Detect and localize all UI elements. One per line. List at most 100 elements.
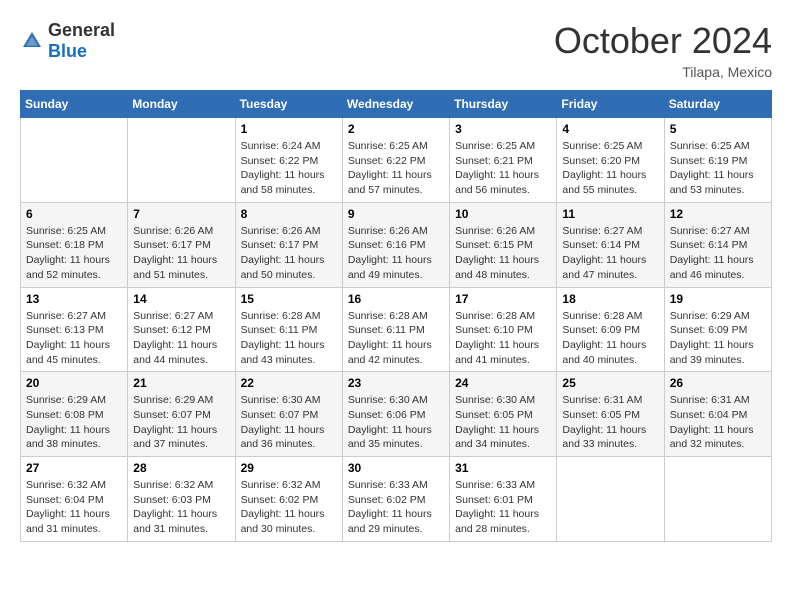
day-number: 8 xyxy=(241,207,337,221)
weekday-header-cell: Saturday xyxy=(664,91,771,118)
day-info: Sunrise: 6:30 AM Sunset: 6:05 PM Dayligh… xyxy=(455,393,551,452)
day-info: Sunrise: 6:30 AM Sunset: 6:06 PM Dayligh… xyxy=(348,393,444,452)
logo-general: General xyxy=(48,20,115,40)
day-info: Sunrise: 6:28 AM Sunset: 6:11 PM Dayligh… xyxy=(241,309,337,368)
calendar-cell: 9 Sunrise: 6:26 AM Sunset: 6:16 PM Daylig… xyxy=(342,202,449,287)
calendar-cell: 24 Sunrise: 6:30 AM Sunset: 6:05 PM Dayli… xyxy=(450,372,557,457)
page-header: General Blue October 2024 Tilapa, Mexico xyxy=(20,20,772,80)
calendar-cell xyxy=(557,457,664,542)
calendar-cell: 23 Sunrise: 6:30 AM Sunset: 6:06 PM Dayli… xyxy=(342,372,449,457)
calendar-cell: 15Sunrise: 6:28 AM Sunset: 6:11 PM Dayli… xyxy=(235,287,342,372)
day-info: Sunrise: 6:29 AM Sunset: 6:09 PM Dayligh… xyxy=(670,309,766,368)
day-info: Sunrise: 6:27 AM Sunset: 6:14 PM Dayligh… xyxy=(670,224,766,283)
day-info: Sunrise: 6:31 AM Sunset: 6:04 PM Dayligh… xyxy=(670,393,766,452)
day-number: 13 xyxy=(26,292,122,306)
calendar-cell xyxy=(128,118,235,203)
day-info: Sunrise: 6:31 AM Sunset: 6:05 PM Dayligh… xyxy=(562,393,658,452)
day-info: Sunrise: 6:25 AM Sunset: 6:19 PM Dayligh… xyxy=(670,139,766,198)
day-info: Sunrise: 6:25 AM Sunset: 6:20 PM Dayligh… xyxy=(562,139,658,198)
day-info: Sunrise: 6:26 AM Sunset: 6:15 PM Dayligh… xyxy=(455,224,551,283)
calendar-cell: 18Sunrise: 6:28 AM Sunset: 6:09 PM Dayli… xyxy=(557,287,664,372)
logo-icon xyxy=(20,29,44,53)
calendar-table: SundayMondayTuesdayWednesdayThursdayFrid… xyxy=(20,90,772,542)
day-number: 22 xyxy=(241,376,337,390)
logo: General Blue xyxy=(20,20,115,62)
calendar-cell: 20 Sunrise: 6:29 AM Sunset: 6:08 PM Dayli… xyxy=(21,372,128,457)
day-number: 27 xyxy=(26,461,122,475)
calendar-cell: 21Sunrise: 6:29 AM Sunset: 6:07 PM Dayli… xyxy=(128,372,235,457)
calendar-cell: 7 Sunrise: 6:26 AM Sunset: 6:17 PM Daylig… xyxy=(128,202,235,287)
calendar-cell: 22Sunrise: 6:30 AM Sunset: 6:07 PM Dayli… xyxy=(235,372,342,457)
day-info: Sunrise: 6:27 AM Sunset: 6:13 PM Dayligh… xyxy=(26,309,122,368)
day-number: 14 xyxy=(133,292,229,306)
calendar-week-row: 13 Sunrise: 6:27 AM Sunset: 6:13 PM Dayli… xyxy=(21,287,772,372)
weekday-header-cell: Thursday xyxy=(450,91,557,118)
calendar-cell: 30Sunrise: 6:33 AM Sunset: 6:02 PM Dayli… xyxy=(342,457,449,542)
calendar-cell xyxy=(21,118,128,203)
day-info: Sunrise: 6:28 AM Sunset: 6:09 PM Dayligh… xyxy=(562,309,658,368)
weekday-header-cell: Monday xyxy=(128,91,235,118)
calendar-cell: 5Sunrise: 6:25 AM Sunset: 6:19 PM Daylig… xyxy=(664,118,771,203)
day-number: 9 xyxy=(348,207,444,221)
calendar-cell: 1Sunrise: 6:24 AM Sunset: 6:22 PM Daylig… xyxy=(235,118,342,203)
calendar-body: 1Sunrise: 6:24 AM Sunset: 6:22 PM Daylig… xyxy=(21,118,772,542)
day-info: Sunrise: 6:32 AM Sunset: 6:02 PM Dayligh… xyxy=(241,478,337,537)
day-info: Sunrise: 6:26 AM Sunset: 6:17 PM Dayligh… xyxy=(133,224,229,283)
day-info: Sunrise: 6:26 AM Sunset: 6:16 PM Dayligh… xyxy=(348,224,444,283)
day-info: Sunrise: 6:33 AM Sunset: 6:02 PM Dayligh… xyxy=(348,478,444,537)
calendar-week-row: 6 Sunrise: 6:25 AM Sunset: 6:18 PM Daylig… xyxy=(21,202,772,287)
calendar-cell: 12 Sunrise: 6:27 AM Sunset: 6:14 PM Dayli… xyxy=(664,202,771,287)
day-number: 6 xyxy=(26,207,122,221)
day-number: 28 xyxy=(133,461,229,475)
calendar-cell: 16 Sunrise: 6:28 AM Sunset: 6:11 PM Dayli… xyxy=(342,287,449,372)
day-number: 19 xyxy=(670,292,766,306)
day-info: Sunrise: 6:26 AM Sunset: 6:17 PM Dayligh… xyxy=(241,224,337,283)
calendar-cell: 10 Sunrise: 6:26 AM Sunset: 6:15 PM Dayli… xyxy=(450,202,557,287)
day-number: 2 xyxy=(348,122,444,136)
calendar-cell: 27 Sunrise: 6:32 AM Sunset: 6:04 PM Dayli… xyxy=(21,457,128,542)
weekday-header-cell: Tuesday xyxy=(235,91,342,118)
title-block: October 2024 Tilapa, Mexico xyxy=(554,20,772,80)
calendar-week-row: 20 Sunrise: 6:29 AM Sunset: 6:08 PM Dayli… xyxy=(21,372,772,457)
day-number: 16 xyxy=(348,292,444,306)
calendar-cell: 6 Sunrise: 6:25 AM Sunset: 6:18 PM Daylig… xyxy=(21,202,128,287)
day-number: 21 xyxy=(133,376,229,390)
day-number: 23 xyxy=(348,376,444,390)
day-number: 4 xyxy=(562,122,658,136)
day-info: Sunrise: 6:25 AM Sunset: 6:21 PM Dayligh… xyxy=(455,139,551,198)
calendar-cell: 29 Sunrise: 6:32 AM Sunset: 6:02 PM Dayli… xyxy=(235,457,342,542)
day-number: 7 xyxy=(133,207,229,221)
calendar-cell: 31Sunrise: 6:33 AM Sunset: 6:01 PM Dayli… xyxy=(450,457,557,542)
day-info: Sunrise: 6:27 AM Sunset: 6:12 PM Dayligh… xyxy=(133,309,229,368)
calendar-week-row: 1Sunrise: 6:24 AM Sunset: 6:22 PM Daylig… xyxy=(21,118,772,203)
day-number: 24 xyxy=(455,376,551,390)
day-info: Sunrise: 6:25 AM Sunset: 6:18 PM Dayligh… xyxy=(26,224,122,283)
calendar-cell: 25 Sunrise: 6:31 AM Sunset: 6:05 PM Dayli… xyxy=(557,372,664,457)
day-number: 3 xyxy=(455,122,551,136)
day-number: 29 xyxy=(241,461,337,475)
day-info: Sunrise: 6:27 AM Sunset: 6:14 PM Dayligh… xyxy=(562,224,658,283)
day-info: Sunrise: 6:28 AM Sunset: 6:11 PM Dayligh… xyxy=(348,309,444,368)
day-info: Sunrise: 6:32 AM Sunset: 6:04 PM Dayligh… xyxy=(26,478,122,537)
day-number: 20 xyxy=(26,376,122,390)
day-number: 10 xyxy=(455,207,551,221)
calendar-week-row: 27 Sunrise: 6:32 AM Sunset: 6:04 PM Dayli… xyxy=(21,457,772,542)
calendar-cell: 3 Sunrise: 6:25 AM Sunset: 6:21 PM Daylig… xyxy=(450,118,557,203)
day-number: 25 xyxy=(562,376,658,390)
day-number: 1 xyxy=(241,122,337,136)
calendar-cell xyxy=(664,457,771,542)
day-info: Sunrise: 6:25 AM Sunset: 6:22 PM Dayligh… xyxy=(348,139,444,198)
calendar-cell: 13 Sunrise: 6:27 AM Sunset: 6:13 PM Dayli… xyxy=(21,287,128,372)
weekday-header-cell: Sunday xyxy=(21,91,128,118)
weekday-header-row: SundayMondayTuesdayWednesdayThursdayFrid… xyxy=(21,91,772,118)
calendar-cell: 26Sunrise: 6:31 AM Sunset: 6:04 PM Dayli… xyxy=(664,372,771,457)
day-info: Sunrise: 6:32 AM Sunset: 6:03 PM Dayligh… xyxy=(133,478,229,537)
day-number: 12 xyxy=(670,207,766,221)
logo-blue: Blue xyxy=(48,41,87,61)
calendar-cell: 19 Sunrise: 6:29 AM Sunset: 6:09 PM Dayli… xyxy=(664,287,771,372)
calendar-cell: 8 Sunrise: 6:26 AM Sunset: 6:17 PM Daylig… xyxy=(235,202,342,287)
calendar-cell: 17Sunrise: 6:28 AM Sunset: 6:10 PM Dayli… xyxy=(450,287,557,372)
weekday-header-cell: Wednesday xyxy=(342,91,449,118)
day-info: Sunrise: 6:29 AM Sunset: 6:08 PM Dayligh… xyxy=(26,393,122,452)
calendar-cell: 14 Sunrise: 6:27 AM Sunset: 6:12 PM Dayli… xyxy=(128,287,235,372)
